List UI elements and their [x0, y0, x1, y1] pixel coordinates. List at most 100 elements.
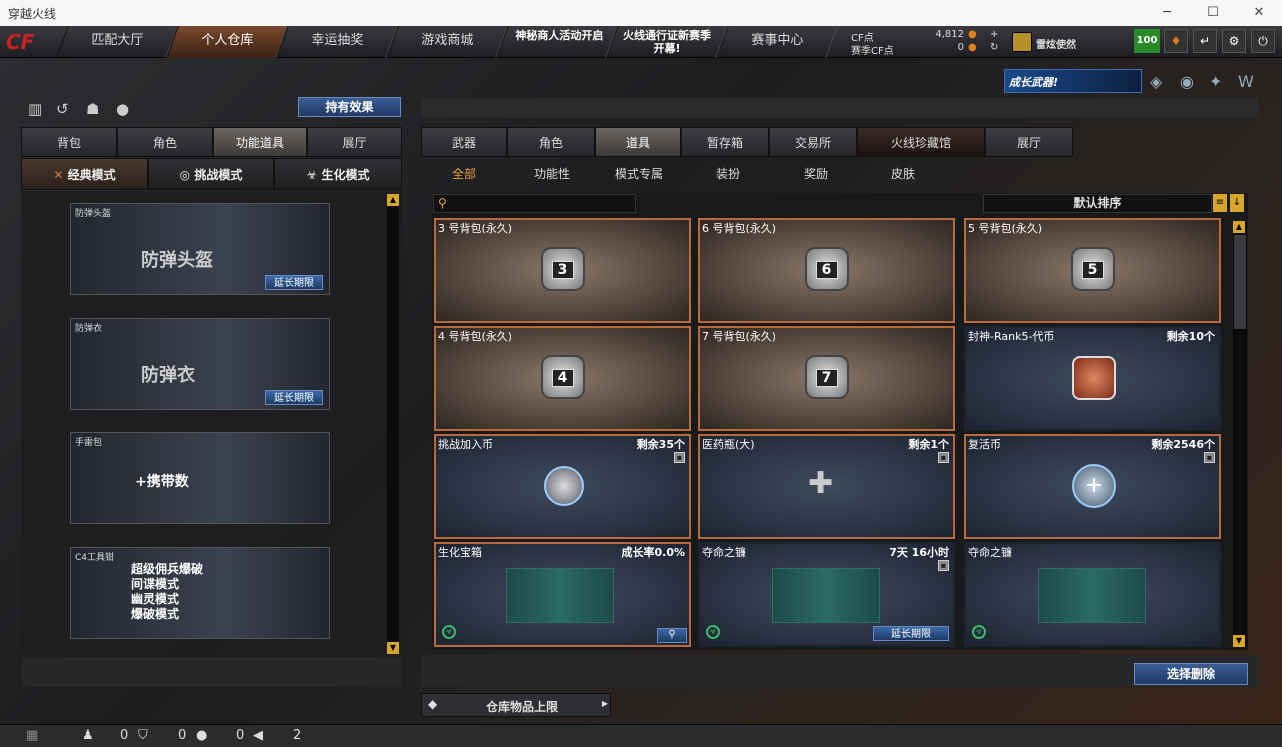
item-card-medkit[interactable]: 医药瓶(大) 剩余1个 ▪ ✚	[698, 434, 955, 539]
scroll-thumb[interactable]	[1234, 235, 1246, 329]
cf-logo: CF	[6, 30, 35, 54]
tab-collection[interactable]: 火线珍藏馆	[857, 127, 985, 157]
zombie-icon: ☣	[706, 625, 720, 639]
zombie-icon: ☣	[972, 625, 986, 639]
globe-icon[interactable]: ◉	[1180, 72, 1194, 91]
w-icon[interactable]: W	[1238, 72, 1254, 91]
c4-modes: 超级佣兵爆破 间谍模式 幽灵模式 爆破模式	[131, 562, 204, 621]
left-tab-hall[interactable]: 展厅	[307, 127, 402, 157]
zombie-icon: ☣	[442, 625, 456, 639]
nav-tab-events[interactable]: 赛事中心	[716, 26, 838, 58]
sort-select[interactable]: 默认排序	[983, 194, 1212, 213]
extend-button[interactable]: 延长期限	[265, 275, 323, 290]
growth-weapon-banner[interactable]: 成长武器!	[1004, 69, 1142, 93]
storage-limit-button[interactable]: ◆ 仓库物品上限 ▶	[421, 693, 611, 717]
mode-zombie[interactable]: ☣ 生化模式	[274, 158, 402, 190]
tab-exchange[interactable]: 交易所	[769, 127, 857, 157]
nav-tab-merchant[interactable]: 神秘商人活动开启	[496, 26, 618, 58]
add-icon[interactable]: +	[990, 29, 998, 40]
challenge-icon: ◎	[179, 168, 195, 182]
nav-tab-shop[interactable]: 游戏商城	[386, 26, 508, 58]
level-badge: 100	[1134, 29, 1160, 53]
extend-button[interactable]: 延长期限	[873, 626, 949, 641]
item-c4-tool[interactable]: C4工具钳 超级佣兵爆破 间谍模式 幽灵模式 爆破模式	[70, 547, 330, 639]
shield-count: 0	[178, 728, 187, 743]
lock-icon: ▪	[938, 452, 949, 463]
select-delete-button[interactable]: 选择删除	[1134, 663, 1248, 685]
nav-tab-lobby[interactable]: 匹配大厅	[56, 26, 178, 58]
nav-tab-pass[interactable]: 火线通行证新赛季开幕!	[606, 26, 728, 58]
item-card-bag4[interactable]: 4 号背包(永久) 4	[434, 326, 691, 431]
tab-temp-box[interactable]: 暂存箱	[681, 127, 769, 157]
minimize-button[interactable]: ─	[1144, 0, 1190, 26]
tab-hall[interactable]: 展厅	[985, 127, 1073, 157]
grenade-icon[interactable]: ●	[116, 100, 129, 118]
refresh-icon[interactable]: ↻	[990, 42, 998, 53]
item-card-bag6[interactable]: 6 号背包(永久) 6	[698, 218, 955, 323]
scf-label: 赛季CF点	[851, 46, 894, 57]
person-icon[interactable]: ☗	[86, 100, 99, 118]
tab-items[interactable]: 道具	[595, 127, 681, 157]
item-card-scythe[interactable]: 夺命之镰 7天 16小时 ▪ ☣ 延长期限	[698, 542, 955, 647]
left-tab-functional[interactable]: 功能道具	[213, 127, 307, 157]
chat-icon[interactable]: ●	[196, 728, 207, 743]
medkit-icon: ✚	[808, 466, 834, 501]
tab-character[interactable]: 角色	[507, 127, 595, 157]
stats-icon[interactable]: ▥	[28, 100, 42, 118]
revive-icon: +	[1072, 464, 1116, 508]
subtab-skin[interactable]: 皮肤	[891, 165, 915, 181]
speaker-icon[interactable]: ◀	[253, 728, 263, 743]
friends-icon[interactable]: ♟	[82, 728, 94, 743]
arrow-right-icon: ▶	[601, 699, 608, 708]
holding-effect-button[interactable]: 持有效果	[298, 97, 401, 117]
item-card-rank-token[interactable]: 封神-Rank5-代币 剩余10个	[964, 326, 1221, 431]
item-card-zombie-box[interactable]: 生化宝箱 成长率0.0% ☣ ⚲	[434, 542, 691, 647]
item-card-bag5[interactable]: 5 号背包(永久) 5	[964, 218, 1221, 323]
list-icon[interactable]: ≡	[1213, 194, 1227, 212]
item-card-revive-coin[interactable]: 复活币 剩余2546个 ▪ +	[964, 434, 1221, 539]
extend-button[interactable]: 延长期限	[265, 390, 323, 405]
power-icon[interactable]: ⏻	[1251, 29, 1275, 53]
badge-icon[interactable]: ◈	[1150, 72, 1162, 91]
subtab-reward[interactable]: 奖励	[804, 165, 828, 181]
right-scrollbar[interactable]: ▲ ▼	[1233, 221, 1247, 647]
subtab-dress[interactable]: 装扮	[716, 165, 740, 181]
scroll-down-icon[interactable]: ▼	[387, 642, 399, 654]
subtab-functional[interactable]: 功能性	[534, 165, 570, 181]
subtab-all[interactable]: 全部	[452, 165, 476, 181]
item-helmet[interactable]: 防弹头盔 防弹头盔 延长期限	[70, 203, 330, 295]
nav-tab-lottery[interactable]: 幸运抽奖	[276, 26, 398, 58]
subtab-mode[interactable]: 模式专属	[615, 165, 663, 181]
bag-icon: 7	[804, 354, 849, 399]
item-card-bag3[interactable]: 3 号背包(永久) 3	[434, 218, 691, 323]
item-armor[interactable]: 防弹衣 防弹衣 延长期限	[70, 318, 330, 410]
star-icon[interactable]: ✦	[1209, 72, 1222, 91]
nav-tab-warehouse[interactable]: 个人仓库	[166, 26, 288, 58]
mode-challenge[interactable]: ◎ 挑战模式	[148, 158, 274, 190]
zombie-icon: ☣	[306, 168, 322, 182]
left-tab-character[interactable]: 角色	[117, 127, 213, 157]
close-button[interactable]: ✕	[1236, 0, 1282, 26]
back-icon[interactable]: ↵	[1193, 29, 1217, 53]
left-scrollbar[interactable]: ▲ ▼	[387, 194, 399, 654]
scroll-down-icon[interactable]: ▼	[1233, 635, 1245, 647]
item-card-scythe-2[interactable]: 夺命之镰 ☣	[964, 542, 1221, 647]
top-nav: CF 匹配大厅 个人仓库 幸运抽奖 游戏商城 神秘商人活动开启 火线通行证新赛季…	[0, 26, 1282, 58]
item-card-challenge-coin[interactable]: 挑战加入币 剩余35个 ▪	[434, 434, 691, 539]
maximize-button[interactable]: ☐	[1190, 0, 1236, 26]
search-input[interactable]: ⚲	[433, 194, 636, 213]
item-grenade-bag[interactable]: 手雷包 +携带数	[70, 432, 330, 524]
tab-weapons[interactable]: 武器	[421, 127, 507, 157]
history-icon[interactable]: ↺	[56, 100, 69, 118]
mode-classic[interactable]: ✕ 经典模式	[21, 158, 148, 190]
scroll-up-icon[interactable]: ▲	[1233, 221, 1245, 233]
shield-icon[interactable]: ♦	[1164, 29, 1188, 53]
item-card-bag7[interactable]: 7 号背包(永久) 7	[698, 326, 955, 431]
scroll-up-icon[interactable]: ▲	[387, 194, 399, 206]
shield-status-icon[interactable]: ⛉	[138, 728, 148, 743]
left-tab-backpack[interactable]: 背包	[21, 127, 117, 157]
search-icon[interactable]: ⚲	[657, 628, 687, 643]
sort-arrow-icon[interactable]: ↓	[1230, 194, 1244, 212]
lock-icon: ▪	[1204, 452, 1215, 463]
gear-icon[interactable]: ⚙	[1222, 29, 1246, 53]
